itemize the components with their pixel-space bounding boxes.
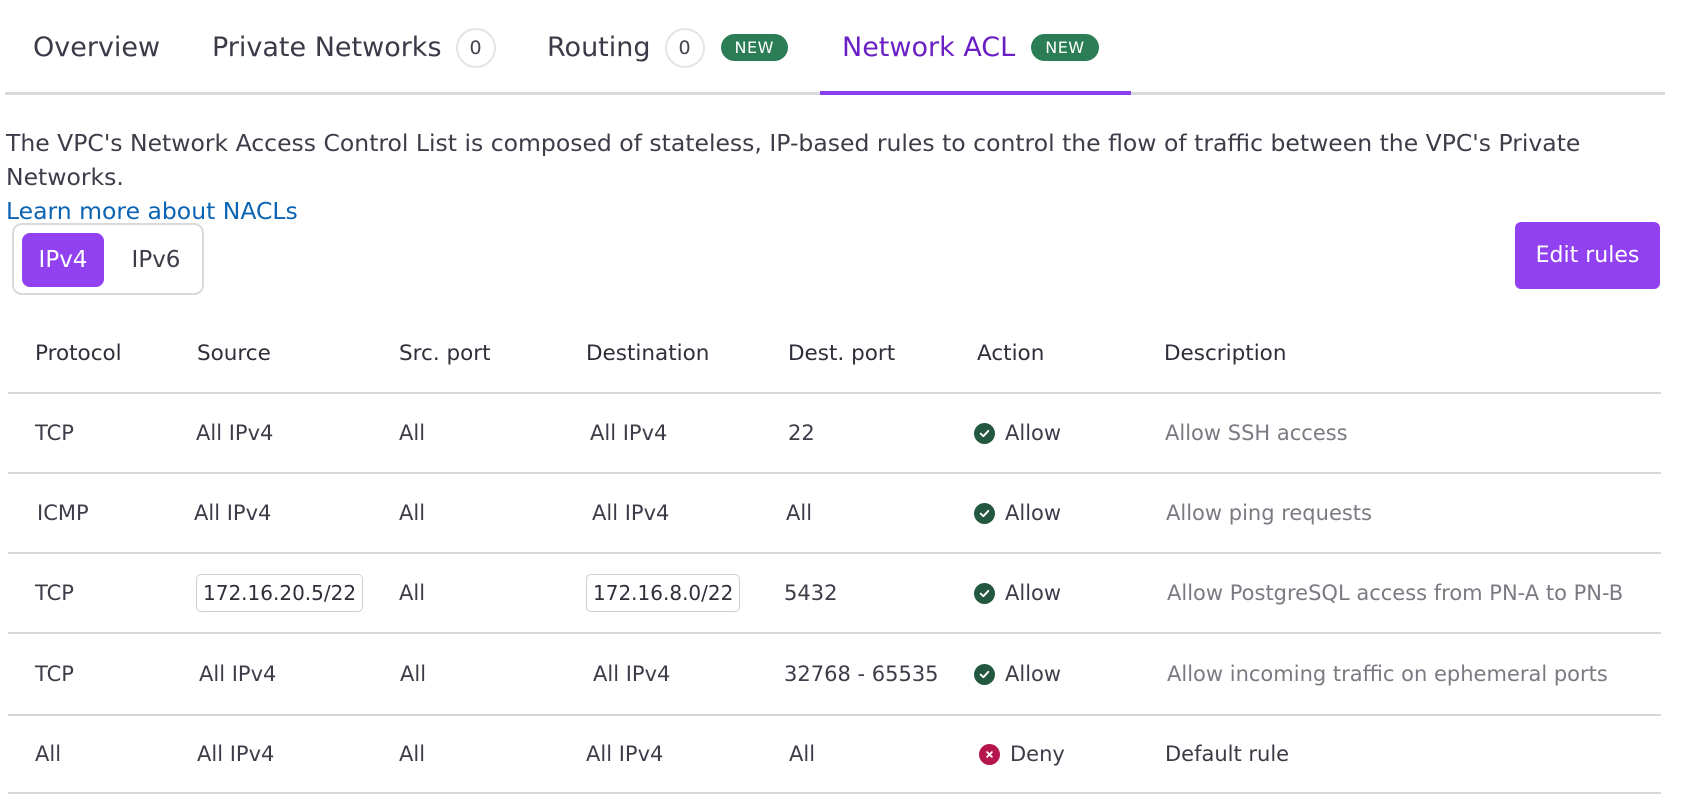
- source-ip-input[interactable]: 172.16.20.5/22: [196, 574, 364, 612]
- src-port-cell: All: [399, 742, 426, 766]
- intro-description: The VPC's Network Access Control List is…: [6, 129, 1581, 191]
- action-label: Allow: [1005, 501, 1062, 525]
- src-port-cell: All: [399, 501, 426, 525]
- src-port-cell: All: [399, 581, 426, 605]
- column-header-action: Action: [977, 341, 1045, 366]
- description-cell: Default rule: [1165, 742, 1290, 766]
- dest-port-cell: All: [789, 742, 816, 766]
- column-header-dest-port: Dest. port: [788, 341, 896, 366]
- column-header-source: Source: [197, 341, 271, 366]
- new-badge: NEW: [720, 34, 788, 61]
- dest-port-cell: All: [786, 501, 813, 525]
- learn-more-link[interactable]: Learn more about NACLs: [6, 194, 1696, 228]
- table-row: TCP 172.16.20.5/22 All 172.16.8.0/22 543…: [8, 554, 1661, 634]
- source-cell: All IPv4: [194, 501, 272, 525]
- column-header-protocol: Protocol: [35, 341, 122, 366]
- source-cell: 172.16.20.5/22: [196, 554, 364, 632]
- destination-cell: All IPv4: [586, 742, 664, 766]
- action-label: Deny: [1010, 742, 1065, 766]
- protocol-cell: All: [35, 742, 62, 766]
- description-cell: Allow SSH access: [1165, 421, 1348, 445]
- column-header-src-port: Src. port: [399, 341, 491, 366]
- description-cell: Allow PostgreSQL access from PN-A to PN-…: [1167, 581, 1624, 605]
- ip-version-toggle: IPv4 IPv6: [12, 223, 204, 295]
- action-label: Allow: [1005, 421, 1062, 445]
- action-label: Allow: [1005, 662, 1062, 686]
- protocol-cell: ICMP: [37, 501, 89, 525]
- action-label: Allow: [1005, 581, 1062, 605]
- action-cell: Allow: [974, 554, 1061, 632]
- protocol-cell: TCP: [35, 421, 74, 445]
- ipv4-toggle-button[interactable]: IPv4: [22, 233, 104, 287]
- dest-port-cell: 5432: [784, 581, 838, 605]
- src-port-cell: All: [400, 662, 427, 686]
- destination-ip-input[interactable]: 172.16.8.0/22: [586, 574, 741, 612]
- column-header-description: Description: [1164, 341, 1287, 366]
- edit-rules-button[interactable]: Edit rules: [1515, 222, 1660, 289]
- tab-network-acl[interactable]: Network ACL NEW: [842, 0, 1099, 95]
- check-circle-icon: [974, 663, 995, 685]
- description-cell: Allow ping requests: [1166, 501, 1372, 525]
- table-header: Protocol Source Src. port Destination De…: [8, 315, 1661, 394]
- destination-cell: All IPv4: [590, 421, 668, 445]
- count-badge: 0: [664, 27, 705, 68]
- protocol-cell: TCP: [35, 581, 74, 605]
- protocol-cell: TCP: [35, 662, 74, 686]
- check-circle-icon: [974, 422, 995, 444]
- action-cell: Allow: [974, 394, 1061, 472]
- action-cell: Deny: [979, 716, 1065, 792]
- tab-bar: Overview Private Networks 0 Routing 0 NE…: [5, 0, 1665, 95]
- new-badge: NEW: [1031, 34, 1099, 61]
- column-header-destination: Destination: [586, 341, 710, 366]
- ipv6-toggle-button[interactable]: IPv6: [118, 233, 194, 287]
- source-cell: All IPv4: [199, 662, 277, 686]
- table-row: ICMP All IPv4 All All IPv4 All Allow All…: [8, 474, 1661, 554]
- tab-routing[interactable]: Routing 0 NEW: [547, 0, 788, 95]
- destination-cell: All IPv4: [593, 662, 671, 686]
- tab-overview[interactable]: Overview: [33, 0, 160, 95]
- dest-port-cell: 22: [788, 421, 815, 445]
- description-cell: Allow incoming traffic on ephemeral port…: [1167, 662, 1608, 686]
- src-port-cell: All: [399, 421, 426, 445]
- action-cell: Allow: [974, 474, 1061, 552]
- check-circle-icon: [974, 582, 995, 604]
- active-tab-indicator: [820, 91, 1131, 95]
- destination-cell: 172.16.8.0/22: [586, 554, 741, 632]
- check-circle-icon: [974, 502, 995, 524]
- x-circle-icon: [979, 743, 1000, 765]
- tab-label: Network ACL: [842, 32, 1016, 63]
- dest-port-cell: 32768 - 65535: [784, 662, 939, 686]
- source-cell: All IPv4: [197, 742, 275, 766]
- action-cell: Allow: [974, 634, 1061, 714]
- destination-cell: All IPv4: [592, 501, 670, 525]
- count-badge: 0: [455, 27, 496, 68]
- source-cell: All IPv4: [196, 421, 274, 445]
- acl-rules-table: Protocol Source Src. port Destination De…: [8, 315, 1661, 794]
- tab-label: Routing: [547, 32, 651, 63]
- tab-label: Overview: [33, 32, 161, 63]
- table-row: TCP All IPv4 All All IPv4 22 Allow Allow…: [8, 394, 1661, 474]
- table-row: TCP All IPv4 All All IPv4 32768 - 65535 …: [8, 634, 1661, 716]
- tab-label: Private Networks: [212, 32, 442, 63]
- intro-text: The VPC's Network Access Control List is…: [6, 126, 1696, 228]
- tab-private-networks[interactable]: Private Networks 0: [212, 0, 496, 95]
- table-row: All All IPv4 All All IPv4 All Deny Defau…: [8, 716, 1661, 794]
